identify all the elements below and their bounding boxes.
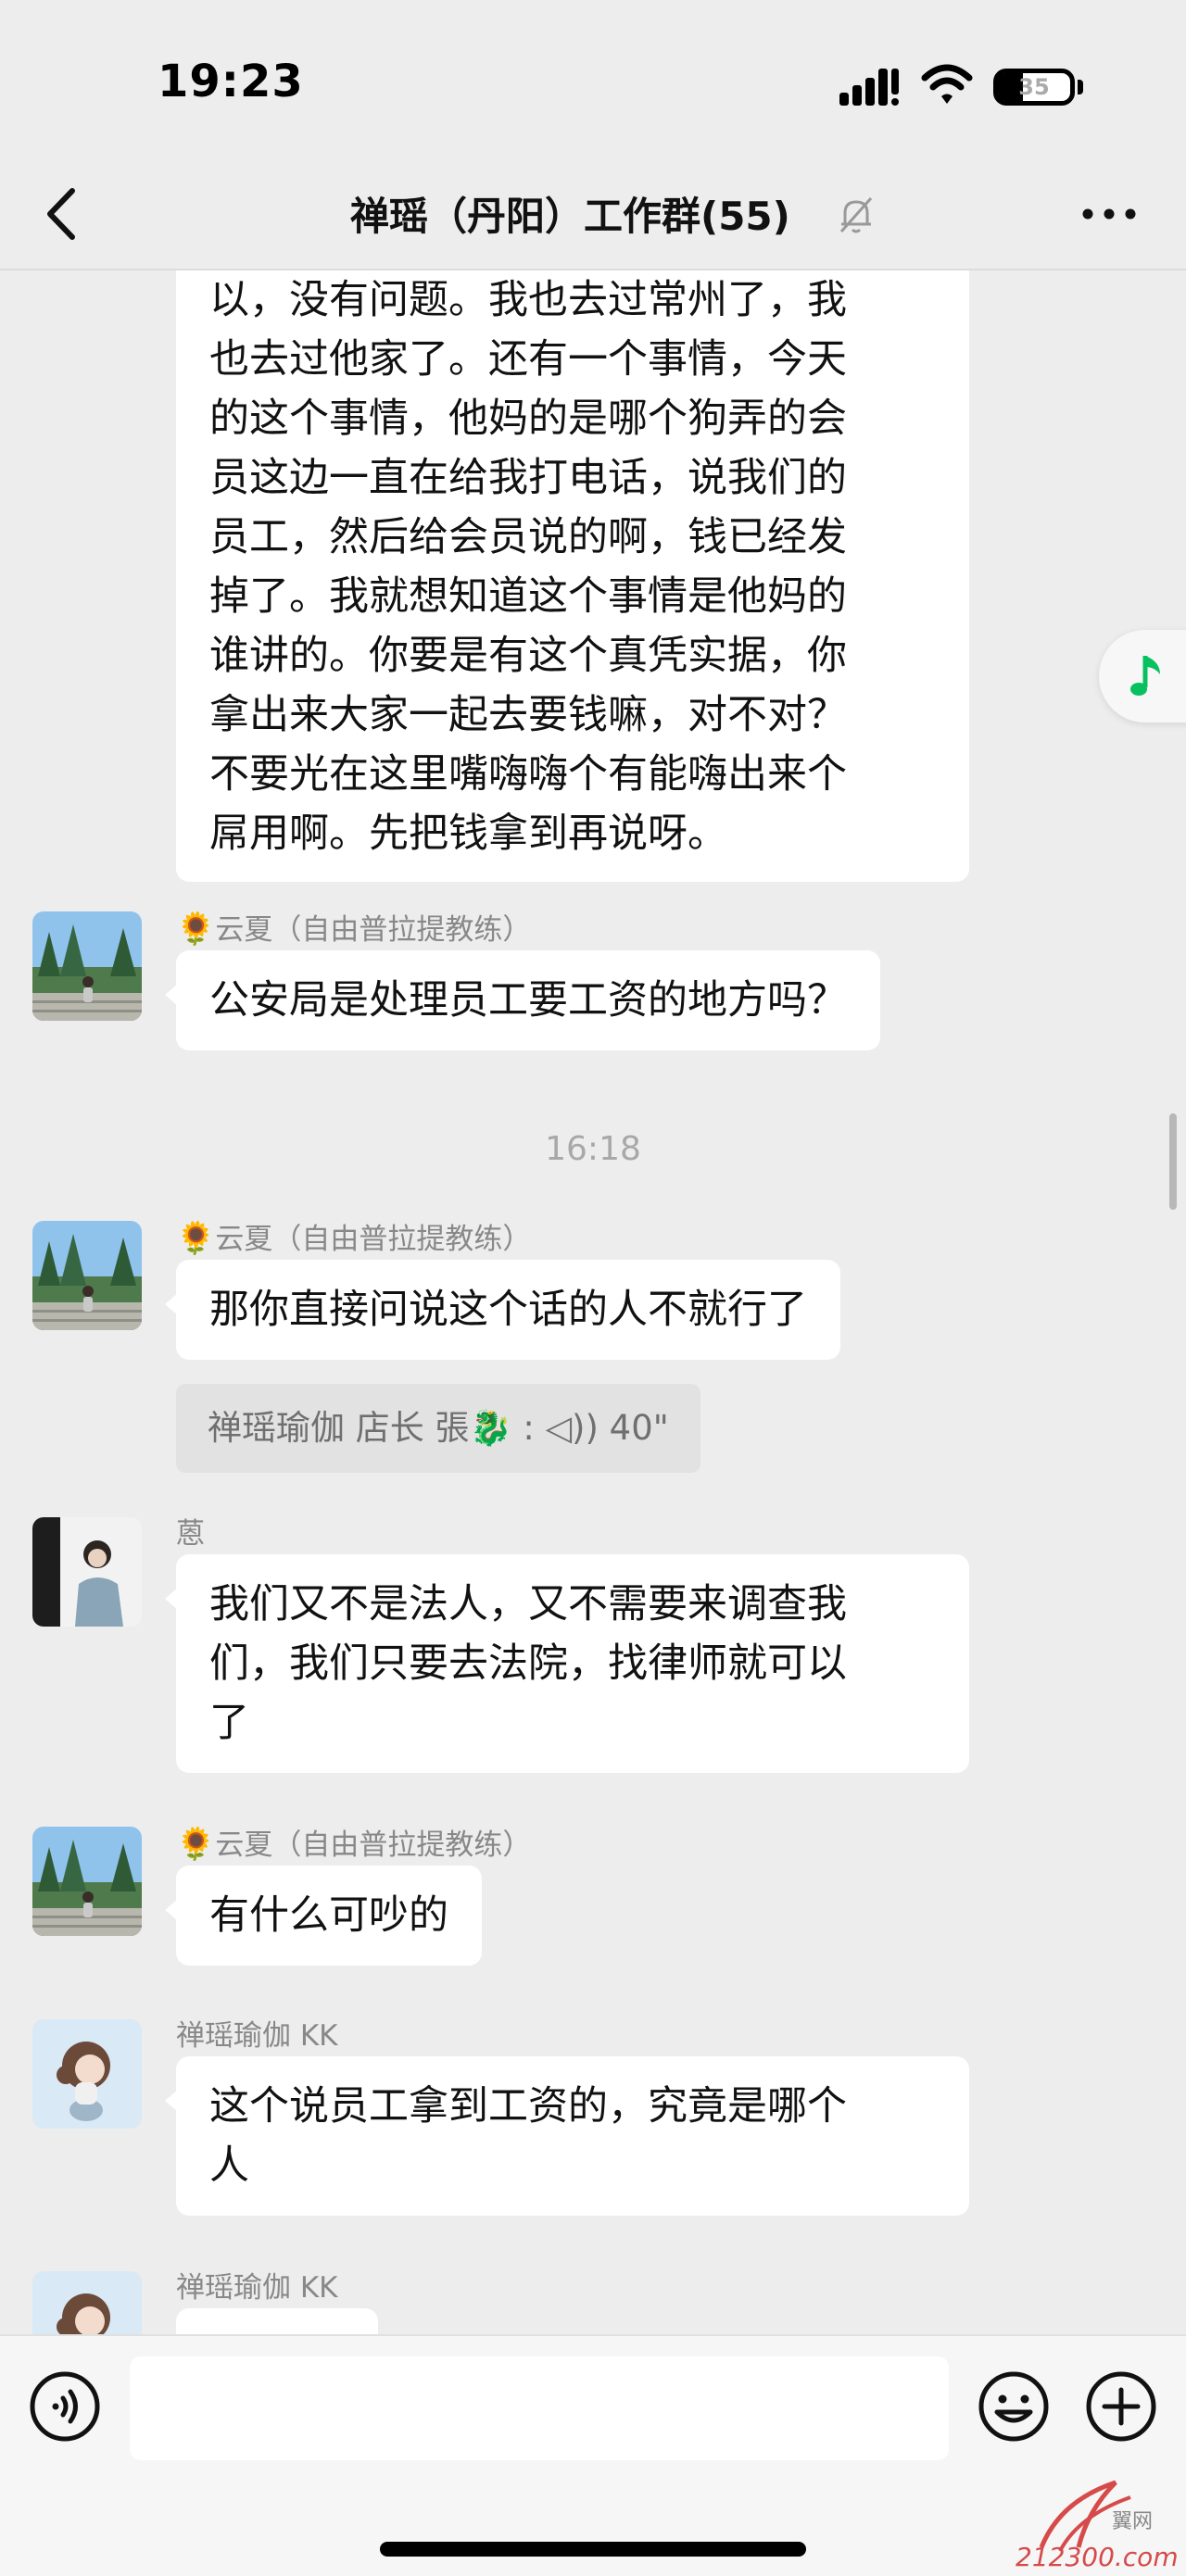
avatar-cartoon-girl-icon <box>32 2271 142 2334</box>
message-line: 屌用啊。先把钱拿到再说呀。 <box>209 810 727 857</box>
battery-nub <box>1078 80 1083 94</box>
message-bubble[interactable]: 我们又不是法人，又不需要来调查我 们，我们只要去法院，找律师就可以 了 <box>165 1554 969 1773</box>
message-line: 我们又不是法人，又不需要来调查我 <box>209 1581 847 1627</box>
status-bar: 19:23 35 <box>0 0 1186 157</box>
avatar[interactable] <box>32 1827 142 1936</box>
chat-header: 禅瑶（丹阳）工作群(55) <box>0 157 1186 270</box>
message-bubble[interactable] <box>176 2308 378 2334</box>
sunflower-icon: 🌻 <box>176 1220 216 1257</box>
sender-name: 🌻云夏（自由普拉提教练） <box>176 1215 531 1257</box>
cellular-signal-icon <box>839 69 899 106</box>
more-options-icon[interactable] <box>1077 193 1142 235</box>
message-line: 也去过他家了。还有一个事情，今天 <box>209 336 847 383</box>
floating-music-button[interactable] <box>1099 630 1186 723</box>
time-separator: 16:18 <box>545 1130 641 1168</box>
message-line: 们，我们只要去法院，找律师就可以 <box>209 1640 847 1687</box>
message-bubble[interactable]: 有什么可吵的 <box>165 1866 482 1966</box>
mute-bell-icon <box>839 197 873 233</box>
message-bubble[interactable]: 那你直接问说这个话的人不就行了 <box>165 1260 840 1360</box>
message-bubble[interactable]: 公安局是处理员工要工资的地方吗？ <box>165 950 880 1050</box>
battery-icon: 35 <box>993 69 1075 106</box>
message-line: 了 <box>209 1700 249 1746</box>
avatar[interactable] <box>32 911 142 1021</box>
sender-name-text: 云夏（自由普拉提教练） <box>215 913 532 947</box>
message-line: 以，没有问题。我也去过常州了，我 <box>209 277 847 323</box>
status-time: 19:23 <box>158 56 304 107</box>
sender-name: 蒽 <box>176 1517 205 1551</box>
message-line: 谁讲的。你要是有这个真凭实据，你 <box>209 633 847 679</box>
avatar[interactable] <box>32 1221 142 1330</box>
sender-name-text: 云夏（自由普拉提教练） <box>215 1223 532 1256</box>
avatar-person-photo-icon <box>32 1517 142 1627</box>
sender-name-text: 云夏（自由普拉提教练） <box>215 1828 532 1862</box>
battery-level: 35 <box>1018 74 1050 100</box>
message-line: 掉了。我就想知道这个事情是他妈的 <box>209 573 847 620</box>
music-note-icon <box>1130 656 1160 696</box>
avatar[interactable] <box>32 2271 142 2334</box>
message-line: 员这边一直在给我打电话，说我们的 <box>209 455 847 501</box>
message-bubble[interactable]: 这个说员工拿到工资的，究竟是哪个 人 <box>165 2056 969 2216</box>
avatar-outdoor-photo-icon <box>32 911 142 1021</box>
message-bubble[interactable]: 以，没有问题。我也去过常州了，我 也去过他家了。还有一个事情，今天 的这个事情，… <box>176 270 969 882</box>
message-line: 这个说员工拿到工资的，究竟是哪个 <box>209 2083 847 2130</box>
emoji-icon[interactable] <box>977 2369 1051 2444</box>
home-indicator[interactable] <box>380 2542 806 2557</box>
message-list[interactable]: 以，没有问题。我也去过常州了，我 也去过他家了。还有一个事情，今天 的这个事情，… <box>0 270 1186 2334</box>
message-line: 的这个事情，他妈的是哪个狗弄的会 <box>209 396 847 442</box>
input-bar: 翼网 212300.com <box>0 2334 1186 2576</box>
sunflower-icon: 🌻 <box>176 911 216 948</box>
message-line: 员工，然后给会员说的啊，钱已经发 <box>209 514 847 560</box>
sender-name: 禅瑶瑜伽 KK <box>176 2271 338 2305</box>
message-line: 不要光在这里嘴嗨嗨个有能嗨出来个 <box>209 751 847 798</box>
quoted-voice-message[interactable]: 禅瑶瑜伽 店长 張🐉 : ◁)) 40" <box>176 1384 700 1473</box>
watermark-text: 212300.com <box>1016 2542 1179 2572</box>
avatar-cartoon-girl-icon <box>32 2019 142 2129</box>
message-line: 拿出来大家一起去要钱嘛，对不对？ <box>209 692 847 738</box>
sender-name: 🌻云夏（自由普拉提教练） <box>176 906 531 948</box>
avatar[interactable] <box>32 1517 142 1627</box>
avatar-outdoor-photo-icon <box>32 1827 142 1936</box>
scrollbar-thumb[interactable] <box>1169 1113 1177 1210</box>
wifi-icon <box>921 64 973 104</box>
group-title: 禅瑶（丹阳）工作群(55) <box>350 194 790 239</box>
plus-icon[interactable] <box>1084 2369 1158 2444</box>
avatar-outdoor-photo-icon <box>32 1221 142 1330</box>
sender-name: 🌻云夏（自由普拉提教练） <box>176 1821 531 1863</box>
sender-name: 禅瑶瑜伽 KK <box>176 2019 338 2053</box>
watermark-cn: 翼网 <box>1112 2510 1154 2533</box>
avatar[interactable] <box>32 2019 142 2129</box>
sunflower-icon: 🌻 <box>176 1826 216 1863</box>
message-line: 人 <box>209 2142 249 2189</box>
voice-input-icon[interactable] <box>28 2369 102 2444</box>
back-arrow-icon[interactable] <box>35 182 91 246</box>
message-input[interactable] <box>130 2356 949 2460</box>
